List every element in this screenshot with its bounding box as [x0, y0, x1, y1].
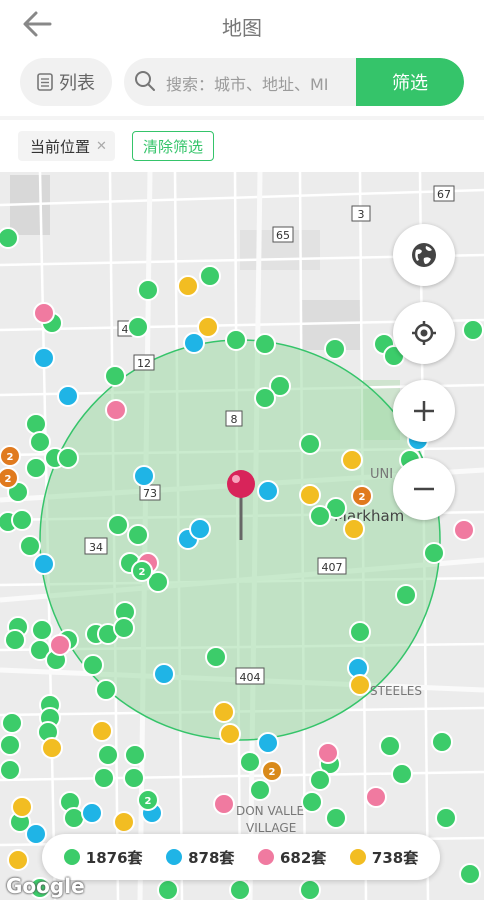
cluster-count: 2 [145, 796, 152, 807]
cluster-count: 2 [5, 474, 12, 485]
current-location-label: 当前位置 [30, 137, 91, 156]
hwy-shield-404: 404 [240, 671, 261, 684]
map-label-unionville: UNI [370, 467, 393, 482]
map-label-village: VILLAGE [246, 821, 296, 835]
legend-dot-blue [166, 849, 183, 865]
hwy-shield-67: 67 [437, 188, 451, 201]
search-input[interactable]: 搜索：城市、地址、MI [166, 71, 346, 95]
legend-item: 1876套 [63, 847, 143, 868]
cluster-count: 2 [139, 567, 146, 578]
my-location-button[interactable] [393, 302, 455, 364]
top-bar: 地图 [0, 0, 484, 50]
map-label-steeles: STEELES [370, 684, 422, 698]
search-icon [135, 71, 155, 91]
legend-item: 878套 [166, 847, 234, 868]
map-label-don-valley: DON VALLE [236, 804, 304, 818]
listing-legend: 1876套 878套 682套 738套 [42, 834, 440, 880]
search-bar[interactable]: 搜索：城市、地址、MI 筛选 [124, 58, 464, 106]
legend-dot-green [63, 849, 80, 865]
legend-label: 738套 [371, 848, 419, 867]
filter-button[interactable]: 筛选 [356, 58, 464, 106]
legend-item: 738套 [349, 847, 419, 868]
legend-dot-yellow [349, 849, 366, 865]
crosshair-icon [412, 321, 436, 345]
zoom-out-button[interactable] [393, 458, 455, 520]
cluster-count: 2 [7, 452, 14, 463]
cluster-count: 2 [359, 492, 366, 503]
plus-icon [414, 401, 434, 421]
google-logo: Google [6, 874, 85, 898]
close-icon[interactable]: ✕ [96, 139, 107, 154]
legend-dot-pink [258, 849, 274, 865]
zoom-in-button[interactable] [393, 380, 455, 442]
hwy-shield-407: 407 [322, 561, 343, 574]
filter-chips: 当前位置 ✕ 清除筛选 [0, 120, 484, 172]
current-location-chip[interactable]: 当前位置 ✕ [18, 131, 115, 161]
hwy-shield-8: 8 [231, 413, 238, 426]
legend-label: 1876套 [85, 848, 143, 867]
legend-label: 878套 [188, 848, 235, 867]
list-view-button[interactable]: 列表 [20, 58, 112, 106]
hwy-shield-65: 65 [276, 229, 290, 242]
search-toolbar: 列表 搜索：城市、地址、MI 筛选 [0, 50, 484, 116]
hwy-shield-3: 3 [358, 208, 365, 221]
map-view[interactable]: 67 3 65 12 4 8 73 34 407 404 UNI Markham… [0, 172, 484, 900]
layer-button[interactable] [393, 224, 455, 286]
cluster-count: 2 [269, 767, 276, 778]
clear-filter-button[interactable]: 清除筛选 [132, 131, 215, 161]
legend-label: 682套 [280, 848, 327, 867]
list-label: 列表 [59, 73, 95, 94]
hwy-shield-12: 12 [137, 357, 151, 370]
globe-icon [412, 243, 436, 267]
hwy-shield-34: 34 [89, 541, 103, 554]
hwy-shield-73: 73 [143, 487, 157, 500]
minus-icon [414, 487, 434, 491]
legend-item: 682套 [258, 847, 326, 868]
page-title: 地图 [222, 16, 262, 40]
list-icon [37, 73, 53, 91]
